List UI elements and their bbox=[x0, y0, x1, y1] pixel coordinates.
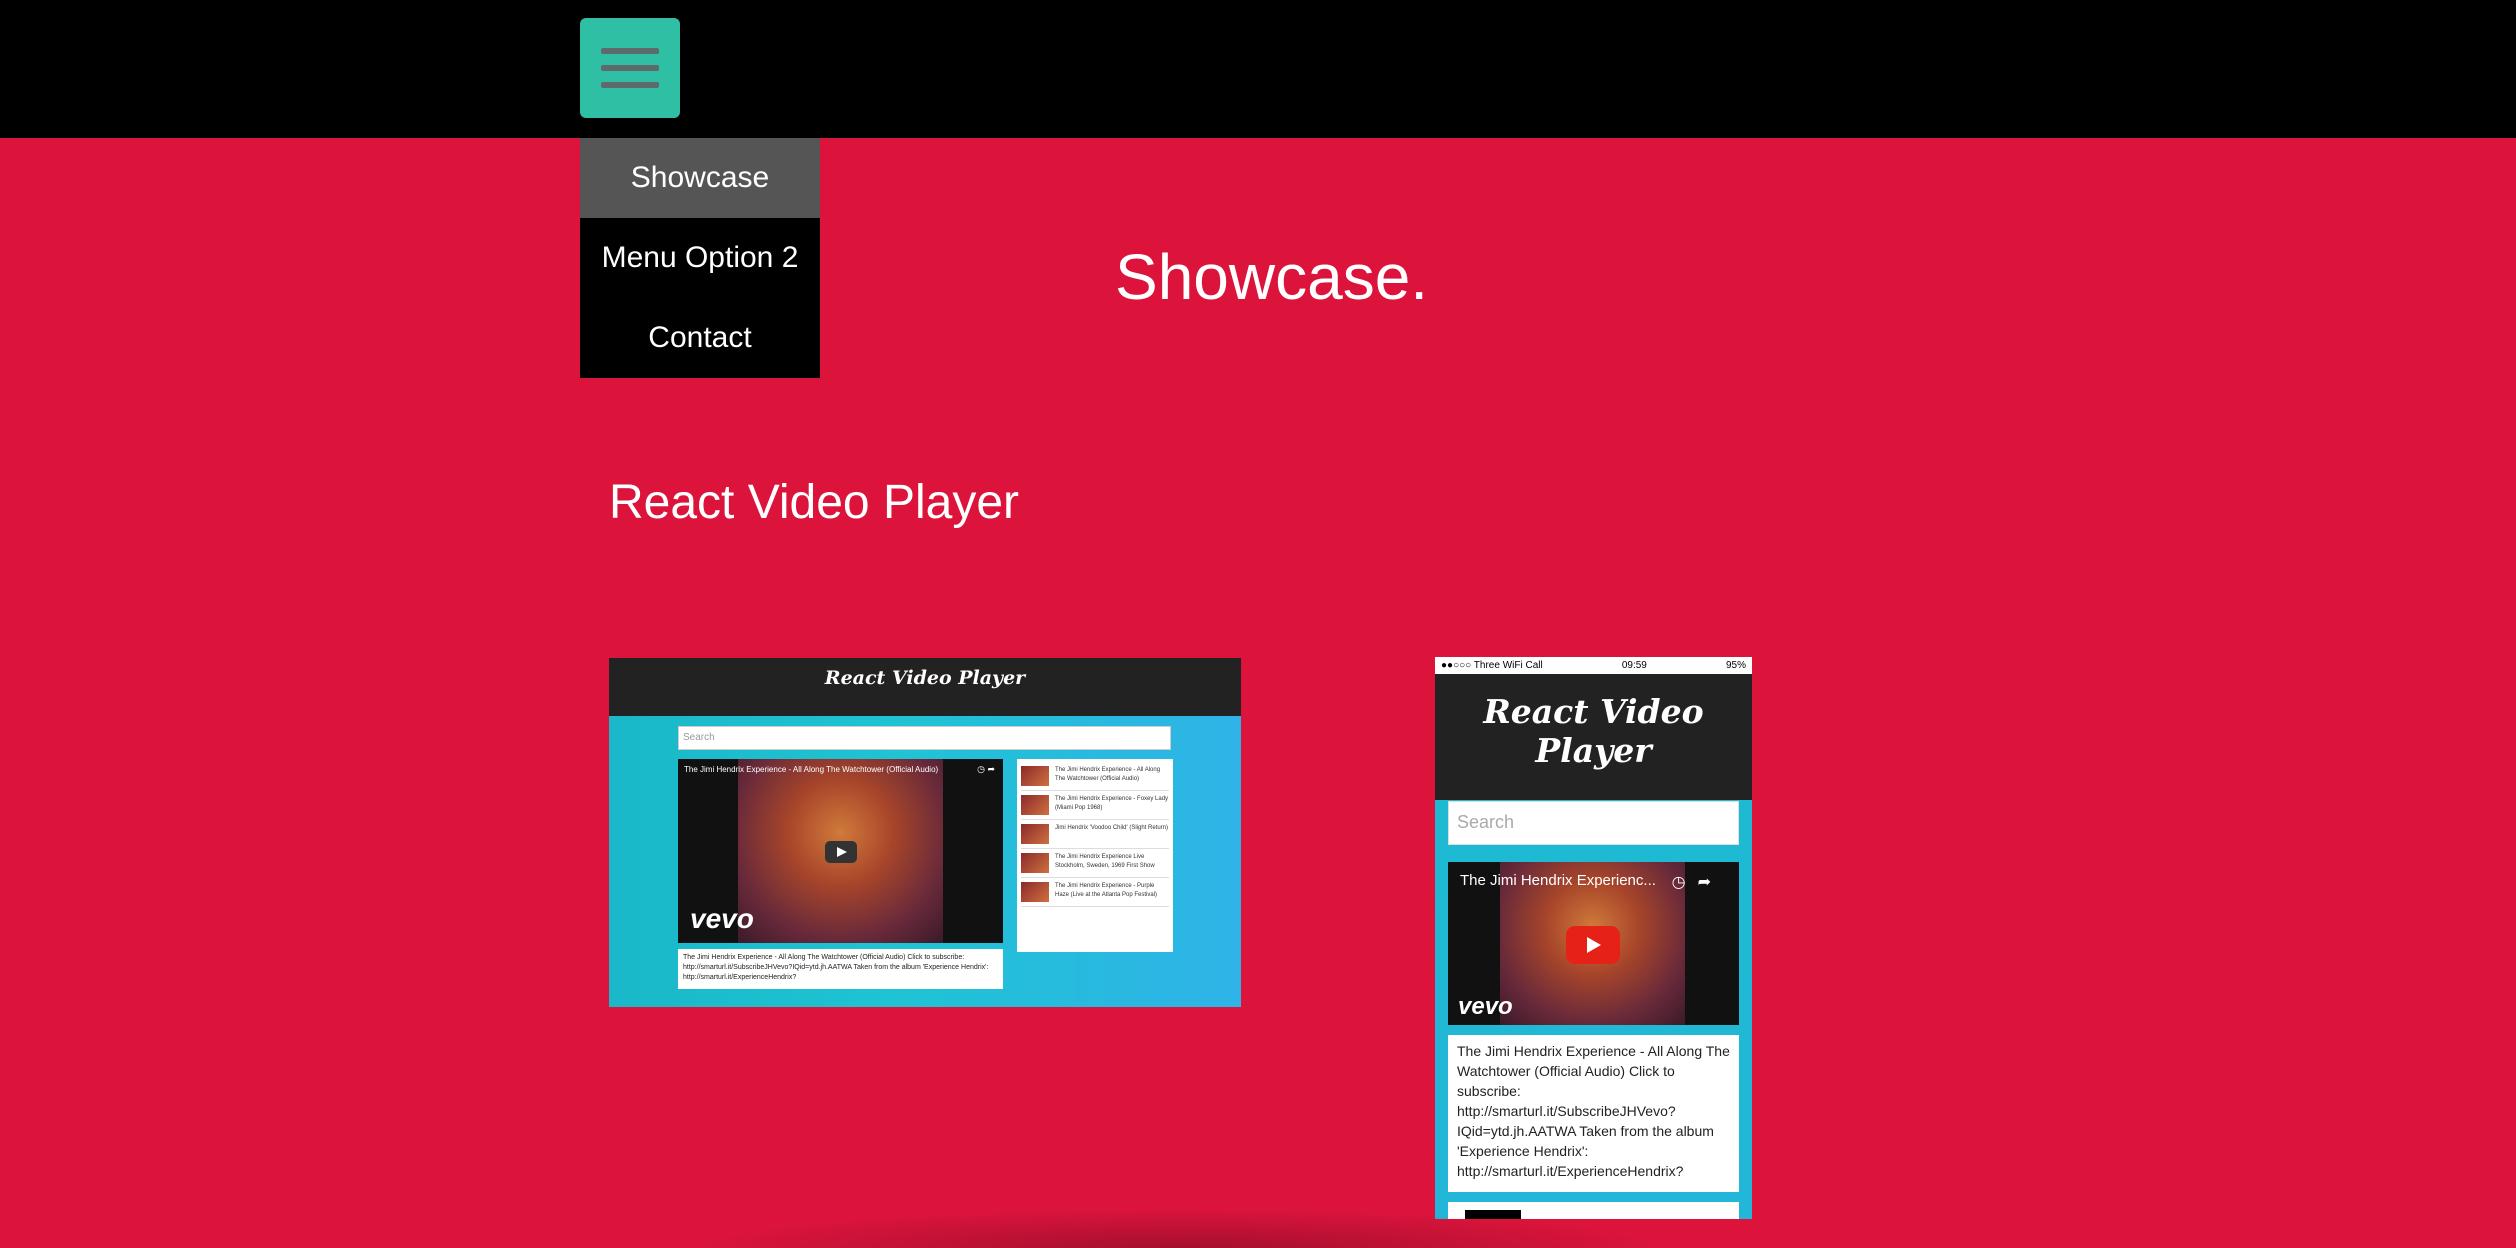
menu-bar-line bbox=[601, 65, 659, 71]
play-icon bbox=[825, 841, 857, 863]
video-title: The Jimi Hendrix Experience - All Along … bbox=[684, 765, 939, 774]
play-icon bbox=[1566, 926, 1620, 964]
project-title: React Video Player bbox=[609, 476, 1020, 529]
clock-share-icon: ◷ ➦ bbox=[977, 764, 995, 774]
list-item-title: Jimi Hendrix 'Voodoo Child' (Slight Retu… bbox=[1055, 825, 1169, 831]
list-item-title: The Jimi Hendrix Experience Live Stockho… bbox=[1055, 854, 1155, 869]
status-bar: ●●○○○ Three WiFi Call 09:59 95% bbox=[1435, 657, 1752, 674]
list-item: The Jimi Hendrix Experience - Foxey Lady… bbox=[1021, 791, 1169, 820]
app-header: React Video Player bbox=[1435, 674, 1752, 800]
list-item: Jimi Hendrix 'Voodoo Child' (Slight Retu… bbox=[1021, 820, 1169, 849]
mobile-screenshot[interactable]: ●●○○○ Three WiFi Call 09:59 95% React Vi… bbox=[1435, 657, 1752, 1219]
video-description: The Jimi Hendrix Experience - All Along … bbox=[678, 949, 1003, 989]
search-input: Search bbox=[1448, 801, 1739, 845]
video-player: The Jimi Hendrix Experience - All Along … bbox=[678, 759, 1003, 943]
thumbnail bbox=[1021, 766, 1049, 786]
list-item-title: The Jimi Hendrix Experience - All Along … bbox=[1055, 767, 1161, 782]
menu-item-contact[interactable]: Contact bbox=[580, 298, 820, 378]
top-bar bbox=[0, 0, 2516, 138]
video-title: The Jimi Hendrix Experienc... bbox=[1460, 872, 1656, 889]
list-item: The Jimi Hendrix Experience Live Stockho… bbox=[1021, 849, 1169, 878]
vevo-logo: vevo bbox=[690, 903, 754, 934]
thumbnail bbox=[1021, 882, 1049, 902]
app-header: React Video Player bbox=[609, 658, 1241, 716]
vevo-logo: vevo bbox=[1458, 993, 1513, 1020]
search-input: Search bbox=[678, 726, 1171, 750]
carrier-text: ●●○○○ Three WiFi Call bbox=[1441, 660, 1543, 671]
list-item-title: The Jimi Hendrix Experience - Foxey Lady… bbox=[1055, 796, 1169, 811]
list-item-title: The Jimi Hendrix Experience - Purple Haz… bbox=[1055, 883, 1158, 898]
desktop-screenshot[interactable]: React Video Player Search The Jimi Hendr… bbox=[609, 658, 1241, 1007]
drop-shadow bbox=[680, 1208, 1680, 1248]
thumbnail bbox=[1021, 824, 1049, 844]
menu-item-option-2[interactable]: Menu Option 2 bbox=[580, 218, 820, 298]
hamburger-menu-icon[interactable] bbox=[580, 18, 680, 118]
clock-share-icon: ◷➦ bbox=[1671, 874, 1723, 891]
menu-bar-line bbox=[601, 48, 659, 54]
menu-item-showcase[interactable]: Showcase bbox=[580, 138, 820, 218]
menu-bar-line bbox=[601, 82, 659, 88]
video-player: The Jimi Hendrix Experienc... ◷➦ vevo bbox=[1448, 862, 1739, 1025]
battery-text: 95% bbox=[1725, 660, 1746, 671]
thumbnail bbox=[1021, 853, 1049, 873]
video-description: The Jimi Hendrix Experience - All Along … bbox=[1448, 1035, 1739, 1192]
list-item: The Jimi Hendrix Experience - All Along … bbox=[1021, 762, 1169, 791]
status-time: 09:59 bbox=[1621, 660, 1647, 671]
video-list: The Jimi Hendrix Experience - All Along … bbox=[1017, 759, 1173, 952]
list-item: The Jimi Hendrix Experience - Purple Haz… bbox=[1021, 878, 1169, 907]
page-title: Showcase. bbox=[1115, 241, 1429, 313]
dropdown-menu: Showcase Menu Option 2 Contact bbox=[580, 138, 820, 378]
thumbnail bbox=[1021, 795, 1049, 815]
